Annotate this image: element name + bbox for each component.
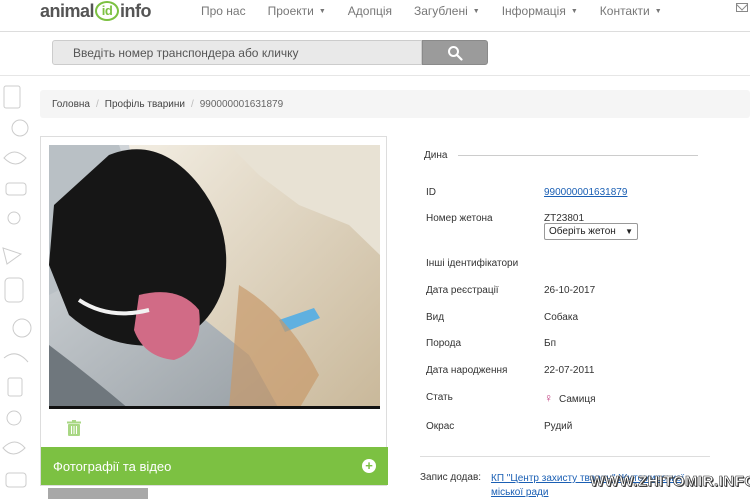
breadcrumb: Головна / Профіль тварини / 990000001631… [40,90,750,118]
id-value-link[interactable]: 990000001631879 [544,187,627,198]
species-value: Собака [544,312,578,323]
token-label: Номер жетона [426,213,493,224]
reg-date-label: Дата реєстрації [426,285,499,296]
main-menu: Про нас Проекти ▼ Адопція Загублені ▼ Інфо… [190,4,673,18]
token-select[interactable]: Оберіть жетон ▼ [544,223,638,240]
caret-down-icon: ▼ [654,7,662,15]
reg-date-value: 26-10-2017 [544,285,596,296]
nav-item-lost[interactable]: Загублені ▼ [403,4,491,18]
other-ids-label: Інші ідентифікатори [426,258,519,269]
nav-item-projects[interactable]: Проекти ▼ [257,4,337,18]
birth-date-value: 22-07-2011 [544,365,595,376]
animal-photo[interactable] [49,145,380,409]
breed-label: Порода [426,338,462,349]
mail-icon[interactable] [736,3,748,12]
dog-photo-image [49,145,380,406]
nav-item-adoption[interactable]: Адопція [337,4,403,18]
id-label: ID [426,187,436,198]
site-watermark: WWW.ZHITOMIR.INFO [590,473,750,491]
breadcrumb-profile[interactable]: Профіль тварини [105,99,185,110]
added-by-label: Запис додав: [420,472,482,483]
caret-down-icon: ▼ [472,7,480,15]
birth-date-label: Дата народження [426,365,508,376]
breed-value: Бп [544,338,556,349]
name-divider [458,155,698,156]
sex-value: ♀ Самиця [544,391,596,405]
search-input[interactable] [52,40,422,65]
breadcrumb-separator: / [96,98,99,110]
media-section-header[interactable]: Фотографії та відео + [41,447,388,485]
search-icon [448,45,463,61]
breadcrumb-home[interactable]: Головна [52,99,90,110]
nav-item-contacts[interactable]: Контакти ▼ [589,4,673,18]
media-section-label: Фотографії та відео [53,458,172,474]
search-button[interactable] [422,40,488,65]
breadcrumb-current: 990000001631879 [199,98,284,110]
animal-photo-card: Фотографії та відео + [40,136,388,486]
animal-name: Дина [424,150,448,161]
plus-circle-icon[interactable]: + [362,459,376,473]
color-value: Рудий [544,421,573,432]
breadcrumb-separator: / [190,98,194,110]
color-label: Окрас [426,421,455,432]
sex-label: Стать [426,392,453,403]
decorative-pattern [2,85,32,488]
search-bar [52,40,488,65]
female-icon: ♀ [544,391,553,405]
nav-item-about[interactable]: Про нас [190,4,257,18]
added-by-divider [420,456,710,457]
caret-down-icon: ▼ [570,7,578,15]
logo-id-badge: id [95,1,120,21]
species-label: Вид [426,312,445,323]
dropdown-arrow-icon: ▼ [625,227,633,236]
header-divider [0,75,750,76]
media-thumbnail[interactable] [48,488,148,499]
site-logo[interactable]: animal id info [40,0,152,22]
nav-item-information[interactable]: Інформація ▼ [491,4,589,18]
caret-down-icon: ▼ [318,7,326,15]
top-navbar: animal id info Про нас Проекти ▼ Адопція За… [0,0,750,32]
trash-icon[interactable] [66,420,82,437]
